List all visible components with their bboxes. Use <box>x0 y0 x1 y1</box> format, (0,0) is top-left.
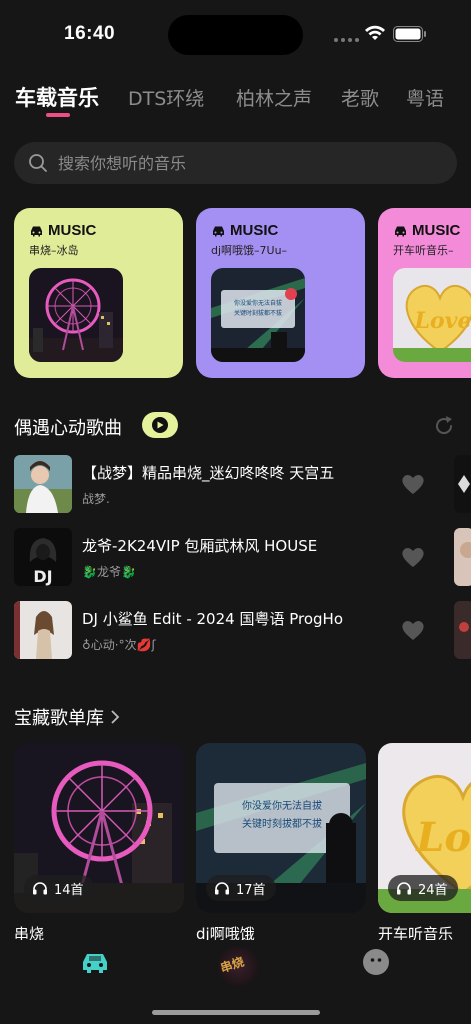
love-text: Love <box>415 814 471 861</box>
search-input[interactable] <box>58 142 438 184</box>
song-cover <box>14 455 72 513</box>
stage-text-1: 你没爱你无法自拔 <box>234 299 282 307</box>
battery-icon <box>393 26 426 42</box>
tab-oldies[interactable]: 老歌 <box>341 84 379 111</box>
card-subtitle: 串烧–冰岛 <box>29 244 79 257</box>
playlist-carousel: 14首 串烧 你没爱你无法自拔 关键时刻拔都不拔 17首 dj啊哦饿 Lo 24… <box>14 743 471 943</box>
song-count-badge: 17首 <box>206 875 276 901</box>
song-count-badge: 14首 <box>24 875 94 901</box>
wifi-icon <box>365 25 385 40</box>
search-icon <box>29 154 47 172</box>
stage-text-2: 关键时刻拔都不拔 <box>234 309 282 317</box>
refresh-icon[interactable] <box>432 414 456 438</box>
section-title: 偶遇心动歌曲 <box>14 418 122 439</box>
tab-car-music[interactable]: 车载音乐 <box>15 82 99 112</box>
heart-icon[interactable] <box>400 545 426 569</box>
heartbeat-section-header: 偶遇心动歌曲 <box>14 412 457 440</box>
headphones-icon <box>33 882 47 895</box>
next-page-cover <box>454 601 471 659</box>
dj-stage-image: 你没爱你无法自拔 关键时刻拔都不拔 <box>211 268 305 362</box>
status-time: 16:40 <box>64 23 116 44</box>
profile-tab-icon[interactable] <box>363 949 389 975</box>
active-tab-indicator <box>46 113 70 117</box>
dynamic-island <box>168 15 303 55</box>
headphones-icon <box>215 882 229 895</box>
heart-icon[interactable] <box>400 472 426 496</box>
song-title: DJ 小鲨鱼 Edit - 2024 国粤语 ProgHo <box>82 610 343 628</box>
chevron-right-icon <box>111 710 120 724</box>
section-title: 宝藏歌单库 <box>14 708 104 729</box>
tab-dts[interactable]: DTS环绕 <box>128 84 204 111</box>
next-page-cover <box>454 455 471 513</box>
car-tab-icon[interactable] <box>80 950 110 974</box>
love-text: Love <box>414 308 471 334</box>
car-icon <box>213 226 224 236</box>
song-artist: 战梦. <box>82 492 110 506</box>
tab-berlin[interactable]: 柏林之声 <box>236 84 312 111</box>
song-count-badge: 24首 <box>388 875 458 901</box>
next-page-cover <box>454 528 471 586</box>
heart-icon[interactable] <box>400 618 426 642</box>
song-cover <box>14 601 72 659</box>
feature-cards: MUSIC 串烧–冰岛 MUSIC dj啊哦饿–7Uu– 你没爱你无法自拔 关键… <box>14 208 471 378</box>
feature-card[interactable]: MUSIC 开车听音乐– Love <box>378 208 471 378</box>
status-bar: 16:40 <box>0 0 471 70</box>
dj-text: DJ <box>33 567 52 586</box>
love-heart-image: Love <box>393 268 471 362</box>
feature-card[interactable]: MUSIC 串烧–冰岛 <box>14 208 183 378</box>
center-tab-icon[interactable]: 串烧 <box>218 946 258 986</box>
tab-cantonese[interactable]: 粤语 <box>406 84 444 111</box>
home-indicator[interactable] <box>152 1010 320 1015</box>
song-row[interactable]: DJ 龙爷-2K24VIP 包厢武林风 HOUSE 🐉龙爷🐉 <box>14 525 471 586</box>
song-title: 【战梦】精品串烧_迷幻咚咚咚 天宫五 <box>82 464 335 482</box>
song-row[interactable]: DJ 小鲨鱼 Edit - 2024 国粤语 ProgHo ♁心动·°次💋ʃ <box>14 598 471 659</box>
playlist-section-header[interactable]: 宝藏歌单库 <box>14 704 120 730</box>
card-brand: MUSIC <box>211 222 278 239</box>
card-brand: MUSIC <box>29 222 96 239</box>
feature-card[interactable]: MUSIC dj啊哦饿–7Uu– 你没爱你无法自拔 关键时刻拔都不拔 <box>196 208 365 378</box>
category-tabs: 车载音乐 DTS环绕 柏林之声 老歌 粤语 <box>0 80 471 120</box>
search-bar[interactable] <box>14 142 457 184</box>
play-icon <box>152 417 168 433</box>
stage-text-1: 你没爱你无法自拔 <box>242 799 322 812</box>
card-brand: MUSIC <box>393 222 460 239</box>
card-subtitle: 开车听音乐– <box>393 244 454 257</box>
stage-text-2: 关键时刻拔都不拔 <box>242 817 322 830</box>
song-cover: DJ <box>14 528 72 586</box>
song-artist: 🐉龙爷🐉 <box>82 565 136 579</box>
ferris-wheel-image <box>29 268 123 362</box>
play-all-button[interactable] <box>142 412 178 438</box>
song-artist: ♁心动·°次💋ʃ <box>82 638 156 652</box>
car-icon <box>31 226 42 236</box>
headphones-icon <box>397 882 411 895</box>
card-subtitle: dj啊哦饿–7Uu– <box>211 244 288 257</box>
song-row[interactable]: 【战梦】精品串烧_迷幻咚咚咚 天宫五 战梦. <box>14 452 471 513</box>
car-icon <box>395 226 406 236</box>
signal-dots-icon <box>334 38 359 42</box>
song-title: 龙爷-2K24VIP 包厢武林风 HOUSE <box>82 537 318 555</box>
